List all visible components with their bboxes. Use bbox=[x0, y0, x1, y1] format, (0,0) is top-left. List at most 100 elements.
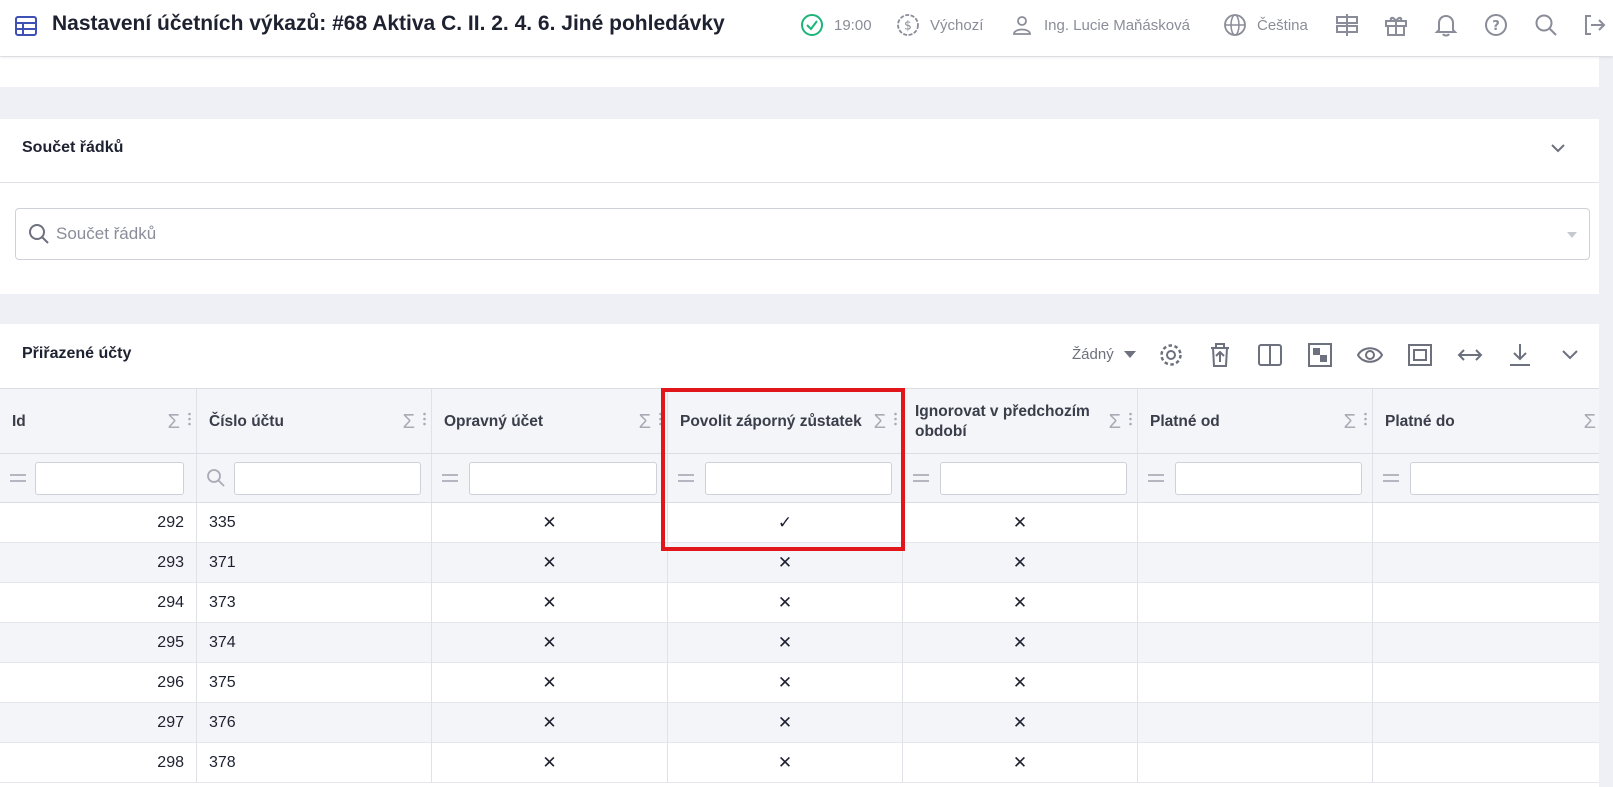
fit-screen-icon[interactable] bbox=[1406, 341, 1434, 369]
sigma-icon[interactable]: Σ bbox=[168, 411, 180, 434]
cell-correction: ✕ bbox=[432, 663, 668, 703]
gift-icon[interactable] bbox=[1383, 12, 1409, 38]
download-icon[interactable] bbox=[1506, 341, 1534, 369]
signpost-icon[interactable] bbox=[1334, 12, 1360, 38]
table-row[interactable]: 298 378 ✕ ✕ ✕ bbox=[0, 743, 1613, 783]
currency-switch[interactable]: $ Výchozí bbox=[896, 12, 983, 38]
logout-icon[interactable] bbox=[1581, 12, 1607, 38]
cell-id: 293 bbox=[0, 543, 197, 583]
chevron-down-icon[interactable] bbox=[1547, 137, 1569, 159]
cell-account: 373 bbox=[197, 583, 432, 623]
equals-icon[interactable] bbox=[912, 472, 930, 484]
layout-icon[interactable] bbox=[1306, 341, 1334, 369]
equals-icon[interactable] bbox=[1382, 472, 1400, 484]
column-filter-input[interactable] bbox=[705, 462, 892, 495]
column-header[interactable]: Ignorovat v předchozím období Σ bbox=[903, 389, 1138, 453]
column-filter-input[interactable] bbox=[234, 462, 421, 495]
search-icon[interactable] bbox=[1533, 12, 1559, 38]
search-icon bbox=[27, 222, 51, 246]
equals-icon[interactable] bbox=[9, 472, 27, 484]
column-filter-input[interactable] bbox=[1410, 462, 1602, 495]
bell-icon[interactable] bbox=[1433, 12, 1459, 38]
column-header[interactable]: Povolit záporný zůstatek Σ bbox=[668, 389, 903, 453]
sync-status[interactable]: 19:00 bbox=[800, 12, 872, 38]
help-icon[interactable]: ? bbox=[1483, 12, 1509, 38]
chevron-down-icon[interactable] bbox=[1556, 341, 1584, 369]
equals-icon[interactable] bbox=[441, 472, 459, 484]
settings-icon[interactable] bbox=[1157, 341, 1185, 369]
column-menu-icon[interactable] bbox=[659, 412, 662, 426]
currency-label: Výchozí bbox=[930, 16, 984, 34]
cell-correction: ✕ bbox=[432, 583, 668, 623]
sigma-icon[interactable]: Σ bbox=[1344, 411, 1356, 434]
dropdown-caret-icon[interactable] bbox=[1567, 232, 1577, 238]
table-row[interactable]: 296 375 ✕ ✕ ✕ bbox=[0, 663, 1613, 703]
cell-negative: ✕ bbox=[668, 663, 903, 703]
sigma-icon[interactable]: Σ bbox=[403, 411, 415, 434]
cell-from bbox=[1138, 663, 1373, 703]
column-filter-input[interactable] bbox=[35, 462, 184, 495]
cell-correction: ✕ bbox=[432, 503, 668, 543]
cell-correction: ✕ bbox=[432, 543, 668, 583]
table-row[interactable]: 293 371 ✕ ✕ ✕ bbox=[0, 543, 1613, 583]
sigma-icon[interactable]: Σ bbox=[1109, 411, 1121, 434]
table-row[interactable]: 295 374 ✕ ✕ ✕ bbox=[0, 623, 1613, 663]
column-filter-input[interactable] bbox=[469, 462, 657, 495]
table-row[interactable]: 292 335 ✕ ✓ ✕ bbox=[0, 503, 1613, 543]
eye-icon[interactable] bbox=[1356, 341, 1384, 369]
column-menu-icon[interactable] bbox=[188, 412, 191, 426]
accounts-panel-title: Přiřazené účty bbox=[22, 345, 132, 362]
column-filter-input[interactable] bbox=[1175, 462, 1362, 495]
expand-width-icon[interactable] bbox=[1456, 341, 1484, 369]
sigma-icon[interactable]: Σ bbox=[874, 411, 886, 434]
cell-account: 374 bbox=[197, 623, 432, 663]
cell-to bbox=[1373, 743, 1613, 783]
column-menu-icon[interactable] bbox=[423, 412, 426, 426]
cell-to bbox=[1373, 663, 1613, 703]
cell-account: 376 bbox=[197, 703, 432, 743]
cell-from bbox=[1138, 543, 1373, 583]
column-header-label: Platné do bbox=[1385, 413, 1455, 430]
table-row[interactable]: 297 376 ✕ ✕ ✕ bbox=[0, 703, 1613, 743]
svg-text:?: ? bbox=[1492, 19, 1500, 34]
sigma-icon[interactable]: Σ bbox=[1584, 411, 1596, 434]
column-header[interactable]: Platné od Σ bbox=[1138, 389, 1373, 453]
cell-ignore: ✕ bbox=[903, 623, 1138, 663]
user-menu[interactable]: Ing. Lucie Maňásková bbox=[1010, 12, 1190, 38]
scrollbar[interactable] bbox=[1599, 56, 1613, 787]
check-circle-icon bbox=[801, 14, 823, 36]
delete-upload-icon[interactable] bbox=[1206, 341, 1234, 369]
search-icon bbox=[207, 469, 225, 487]
column-header[interactable]: Platné do Σ bbox=[1373, 389, 1613, 453]
column-header[interactable]: Id Σ bbox=[0, 389, 197, 453]
column-menu-icon[interactable] bbox=[1364, 412, 1367, 426]
globe-icon bbox=[1224, 14, 1246, 36]
column-header[interactable]: Opravný účet Σ bbox=[432, 389, 668, 453]
sum-rows-select[interactable] bbox=[15, 208, 1590, 260]
sigma-icon[interactable]: Σ bbox=[639, 411, 651, 434]
column-menu-icon[interactable] bbox=[1129, 412, 1132, 426]
column-header[interactable]: Číslo účtu Σ bbox=[197, 389, 432, 453]
equals-icon[interactable] bbox=[677, 472, 695, 484]
table-icon[interactable] bbox=[14, 14, 38, 38]
column-menu-icon[interactable] bbox=[894, 412, 897, 426]
column-filter bbox=[432, 454, 668, 502]
language-switch[interactable]: Čeština bbox=[1223, 12, 1308, 38]
equals-icon[interactable] bbox=[1147, 472, 1165, 484]
user-name: Ing. Lucie Maňásková bbox=[1044, 16, 1190, 34]
cell-id: 298 bbox=[0, 743, 197, 783]
group-select[interactable]: Žádný bbox=[1072, 346, 1136, 363]
table-row[interactable]: 294 373 ✕ ✕ ✕ bbox=[0, 583, 1613, 623]
column-filter bbox=[903, 454, 1138, 502]
cell-from bbox=[1138, 743, 1373, 783]
cell-from bbox=[1138, 703, 1373, 743]
column-header-label: Id bbox=[12, 413, 26, 430]
columns-icon[interactable] bbox=[1256, 341, 1284, 369]
column-filter-input[interactable] bbox=[940, 462, 1127, 495]
cell-id: 296 bbox=[0, 663, 197, 703]
column-filter bbox=[197, 454, 432, 502]
page-title: Nastavení účetních výkazů: #68 Aktiva C.… bbox=[52, 12, 725, 35]
cell-id: 292 bbox=[0, 503, 197, 543]
cell-negative: ✓ bbox=[668, 503, 903, 543]
sum-rows-input[interactable] bbox=[56, 221, 1516, 247]
